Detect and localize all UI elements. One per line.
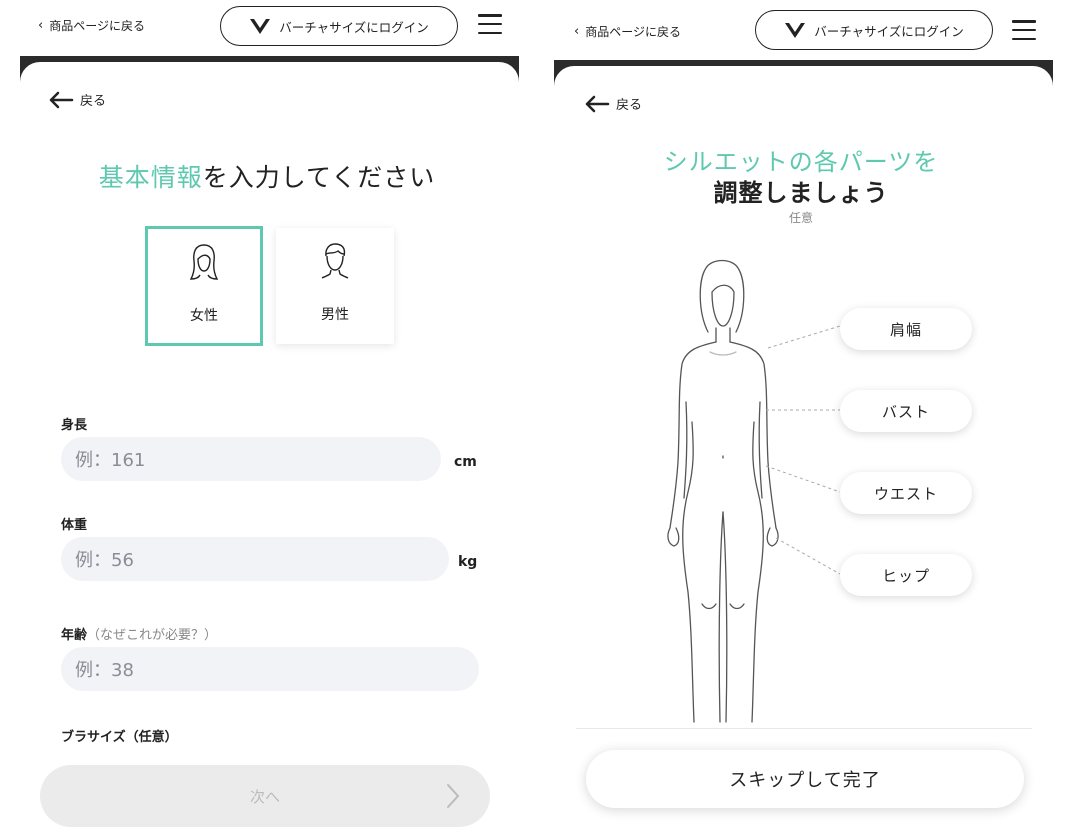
part-shoulder-button[interactable]: 肩幅: [840, 308, 972, 350]
next-button[interactable]: 次へ: [40, 765, 490, 827]
age-label: 年齢（なぜこれが必要？）: [61, 624, 217, 643]
back-label: 戻る: [616, 98, 643, 113]
age-label-text: 年齢: [61, 628, 88, 643]
top-bar: ‹ 商品ページに戻る バーチャサイズにログイン: [534, 0, 1068, 52]
page-title-rest: を入力してください: [202, 163, 436, 192]
hamburger-menu-icon[interactable]: [478, 14, 502, 34]
back-label: 戻る: [80, 94, 107, 109]
back-to-product-label: 商品ページに戻る: [49, 19, 145, 33]
back-to-product-link[interactable]: ‹ 商品ページに戻る: [38, 17, 145, 34]
height-placeholder: 例：161: [75, 450, 146, 471]
back-button[interactable]: 戻る: [584, 94, 642, 113]
basic-info-screen: ‹ 商品ページに戻る バーチャサイズにログイン 戻る 基本情報を入力してください: [0, 0, 534, 832]
height-label: 身長: [61, 418, 88, 433]
chevron-right-icon: [447, 784, 460, 808]
part-hip-button[interactable]: ヒップ: [840, 554, 972, 596]
virtusize-logo-icon: [250, 19, 271, 34]
top-bar: ‹ 商品ページに戻る バーチャサイズにログイン: [0, 0, 534, 52]
weight-label: 体重: [61, 518, 88, 533]
body-silhouette-icon: [667, 259, 841, 723]
hamburger-menu-icon[interactable]: [1012, 20, 1036, 40]
gender-option-female[interactable]: 女性: [145, 226, 263, 346]
part-waist-button[interactable]: ウエスト: [840, 472, 972, 514]
male-head-icon: [321, 243, 349, 279]
height-unit: cm: [454, 454, 477, 470]
login-label: バーチャサイズにログイン: [814, 23, 964, 39]
login-label: バーチャサイズにログイン: [279, 19, 429, 35]
weight-unit: kg: [458, 554, 478, 570]
age-input[interactable]: 例：38: [61, 647, 479, 691]
arrow-left-icon: [585, 95, 610, 112]
page-title-accent: 基本情報: [98, 163, 203, 192]
page-title-line2: 調整しましょう: [713, 179, 889, 207]
page-title-line1: シルエットの各パーツを: [663, 148, 939, 176]
silhouette-adjust-screen: ‹ 商品ページに戻る バーチャサイズにログイン 戻る シルエットの各パーツを 調…: [534, 0, 1068, 832]
next-label: 次へ: [249, 787, 280, 806]
divider: [576, 728, 1032, 729]
login-button[interactable]: バーチャサイズにログイン: [755, 10, 993, 50]
part-bust-button[interactable]: バスト: [840, 390, 972, 432]
skip-and-finish-button[interactable]: スキップして完了: [586, 750, 1024, 808]
login-button[interactable]: バーチャサイズにログイン: [220, 6, 458, 46]
back-to-product-link[interactable]: ‹ 商品ページに戻る: [574, 23, 681, 40]
female-head-icon: [189, 244, 219, 280]
height-input[interactable]: 例：161: [61, 437, 441, 481]
back-button[interactable]: 戻る: [48, 90, 106, 109]
weight-placeholder: 例：56: [75, 550, 134, 571]
optional-subtitle: 任意: [788, 211, 813, 225]
bra-size-label: ブラサイズ（任意）: [61, 730, 178, 745]
page-title: 基本情報を入力してください: [0, 158, 534, 194]
male-label: 男性: [321, 307, 349, 323]
back-to-product-label: 商品ページに戻る: [585, 25, 681, 39]
weight-input[interactable]: 例：56: [61, 537, 449, 581]
arrow-left-icon: [49, 91, 74, 108]
gender-option-male[interactable]: 男性: [276, 228, 394, 344]
age-placeholder: 例：38: [75, 660, 134, 681]
female-label: 女性: [190, 308, 218, 324]
chevron-left-icon: ‹: [38, 18, 44, 33]
chevron-left-icon: ‹: [574, 24, 580, 39]
virtusize-logo-icon: [785, 23, 806, 38]
age-why-link[interactable]: （なぜこれが必要？）: [87, 628, 217, 643]
